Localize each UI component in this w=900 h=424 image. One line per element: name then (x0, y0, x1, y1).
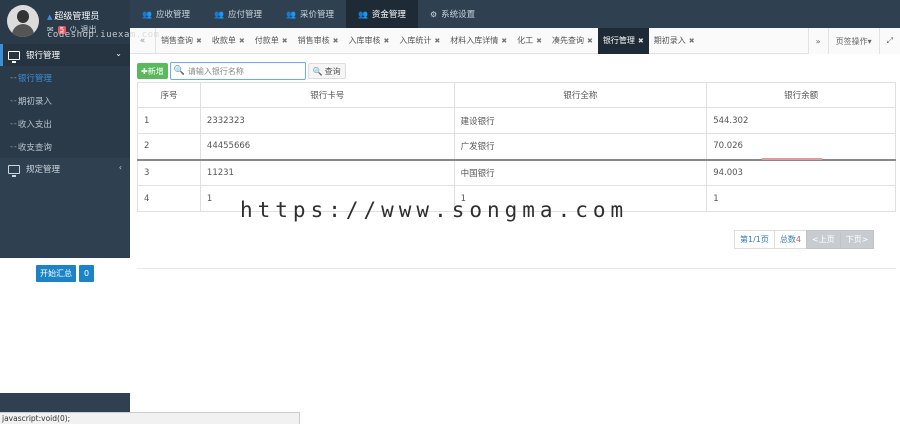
sidebar-item-bank-manage[interactable]: - - 银行管理 (0, 66, 130, 89)
search-icon: 🔍 (173, 66, 185, 76)
add-button[interactable]: ✚ 新增 (137, 63, 168, 79)
monitor-icon (8, 164, 20, 177)
cell-index: 1 (137, 107, 201, 134)
divider (137, 268, 896, 269)
summary-controls: 开始汇总 0 (36, 265, 95, 282)
cell-index: 2 (137, 133, 201, 160)
monitor-icon (8, 50, 20, 63)
chevron-down-icon: ⌄ (115, 49, 122, 58)
menu-group-bank[interactable]: 银行管理 ⌄ (0, 44, 130, 66)
table-header-row: 序号 银行卡号 银行全称 银行余额 (137, 82, 896, 108)
caret-down-icon: ▾ (867, 36, 872, 46)
gear-icon: ⚙ (429, 9, 438, 19)
topnav-receivable[interactable]: 👥 应收管理 (130, 0, 202, 28)
page-indicator: 第1/1页 (734, 230, 775, 249)
cell-card-number: 11231 (199, 158, 455, 186)
close-icon[interactable]: ✖ (239, 37, 245, 45)
tab-receipt[interactable]: 收款单 ✖ (207, 28, 250, 54)
col-header-bank-name[interactable]: 银行全称 (453, 82, 708, 108)
tab-payment[interactable]: 付款单 ✖ (250, 28, 293, 54)
browser-status-bar: javascript:void(0); (0, 412, 300, 424)
close-icon[interactable]: ✖ (689, 37, 695, 45)
cell-bank-name: 中国银行 (453, 158, 708, 186)
tab-stock-in-stats[interactable]: 入库统计 ✖ (394, 28, 445, 54)
cell-index: 4 (137, 185, 201, 212)
close-icon[interactable]: ✖ (333, 37, 339, 45)
tab-actions: » 页签操作 ▾ ⤢ (807, 28, 900, 54)
pagination: 第1/1页 总数 4 <上页 下页> (734, 230, 875, 249)
cell-card-number: 2332323 (199, 107, 455, 134)
sidebar-item-income-expense[interactable]: - - 收入支出 (0, 112, 130, 135)
topnav-payable[interactable]: 👥 应付管理 (202, 0, 274, 28)
close-icon[interactable]: ✖ (196, 37, 202, 45)
cell-bank-name: 建设银行 (453, 107, 708, 134)
total-count: 总数 4 (773, 230, 807, 249)
avatar[interactable] (7, 5, 39, 37)
tab-sales-audit[interactable]: 销售审核 ✖ (293, 28, 344, 54)
col-header-index[interactable]: 序号 (137, 82, 201, 108)
toolbar: ✚新增 🔍 🔍查询 (137, 62, 346, 80)
topnav-settings[interactable]: ⚙ 系统设置 (418, 0, 487, 28)
triangle-icon: ▲ (47, 13, 53, 21)
close-icon[interactable]: ✖ (536, 37, 542, 45)
cell-index: 3 (137, 158, 201, 186)
plus-icon: ✚ (141, 66, 148, 76)
close-icon[interactable]: ✖ (282, 37, 288, 45)
users-icon: 👥 (285, 9, 296, 19)
table-row[interactable]: 1 2332323 建设银行 544.302 (137, 107, 896, 134)
top-nav: 👥 应收管理 👥 应付管理 👥 采价管理 👥 资金管理 ⚙ 系统设置 (130, 0, 900, 28)
cell-bank-name: 广发银行 (453, 133, 708, 160)
search-field: 🔍 (169, 62, 306, 80)
close-icon[interactable]: ✖ (384, 37, 390, 45)
cell-balance: 70.026 (706, 133, 896, 160)
users-icon: 👥 (142, 9, 152, 19)
cell-balance: 544.302 (706, 107, 896, 134)
sidebar-item-opening-entry[interactable]: - - 期初录入 (0, 89, 130, 112)
user-profile: ▲ 超级管理员 ✉ 5 ⏻ 退出 codeshop.iuexam.com (0, 0, 159, 44)
watermark-center: https://www.songma.com (240, 198, 629, 222)
fullscreen-icon[interactable]: ⤢ (878, 28, 900, 54)
close-icon[interactable]: ✖ (638, 37, 644, 45)
menu-group-rules[interactable]: 规定管理 ‹ (0, 158, 130, 180)
tab-advance-query[interactable]: 凑先查询 ✖ (547, 28, 598, 54)
prev-page-button[interactable]: <上页 (805, 230, 841, 249)
tab-scroll-right-icon[interactable]: » (807, 28, 828, 54)
table-row[interactable]: 3 11231 中国银行 94.003 (137, 158, 896, 186)
users-icon: 👥 (357, 9, 368, 19)
tab-opening-entry[interactable]: 期初录入 ✖ (649, 28, 700, 54)
user-name[interactable]: ▲ 超级管理员 (47, 9, 99, 22)
tab-bank-manage[interactable]: 银行管理 ✖ (597, 27, 649, 54)
next-page-button[interactable]: 下页> (839, 230, 875, 249)
tab-chemical[interactable]: 化工 ✖ (512, 28, 547, 54)
cell-balance: 94.003 (706, 158, 896, 186)
query-button[interactable]: 🔍 查询 (307, 63, 346, 79)
users-icon: 👥 (213, 9, 224, 19)
search-input[interactable] (187, 66, 303, 76)
tab-bar: « 销售查询 ✖ 收款单 ✖ 付款单 ✖ 销售审核 ✖ 入库审核 ✖ 入库统计 ✖ 材料入库… (130, 27, 900, 54)
sidebar: ▲ 超级管理员 ✉ 5 ⏻ 退出 codeshop.iuexam.com 银行管理… (0, 0, 159, 424)
close-icon[interactable]: ✖ (434, 37, 440, 45)
summary-count-badge: 0 (79, 265, 95, 282)
watermark-top: codeshop.iuexam.com (47, 30, 160, 40)
chevron-left-icon: ‹ (118, 163, 122, 172)
page-ops-dropdown[interactable]: 页签操作 ▾ (827, 28, 879, 54)
search-icon: 🔍 (312, 66, 323, 76)
tab-stock-in-audit[interactable]: 入库审核 ✖ (344, 28, 395, 54)
decorative-underline (762, 158, 822, 160)
bank-table: 序号 银行卡号 银行全称 银行余额 1 2332323 建设银行 544.302… (137, 82, 896, 212)
close-icon[interactable]: ✖ (501, 37, 507, 45)
topnav-funds[interactable]: 👥 资金管理 (345, 0, 418, 28)
sidebar-item-ledger-query[interactable]: - - 收支查询 (0, 135, 130, 158)
topnav-purchase[interactable]: 👥 采价管理 (274, 0, 346, 28)
tab-sales-query[interactable]: 销售查询 ✖ (156, 28, 207, 54)
col-header-balance[interactable]: 银行余额 (706, 82, 896, 108)
close-icon[interactable]: ✖ (587, 37, 593, 45)
tab-material-detail[interactable]: 材料入库详情 ✖ (445, 28, 512, 54)
cell-balance: 1 (706, 185, 896, 212)
cell-card-number: 44455666 (199, 133, 455, 160)
start-summary-button[interactable]: 开始汇总 (36, 265, 76, 282)
table-row[interactable]: 2 44455666 广发银行 70.026 (137, 133, 896, 160)
col-header-card-number[interactable]: 银行卡号 (199, 82, 455, 108)
